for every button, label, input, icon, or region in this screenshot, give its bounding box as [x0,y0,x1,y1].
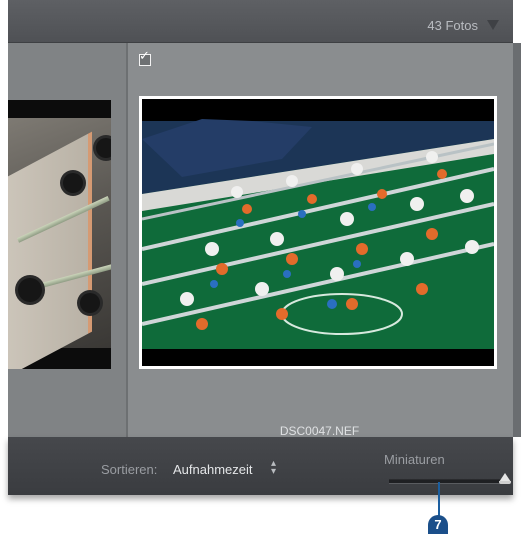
photo-content [8,131,92,369]
scrollbar[interactable] [513,43,521,437]
triangle-down-icon[interactable] [487,20,499,30]
thumbnail-size-label: Miniaturen [384,452,445,467]
photo-count: 43 Fotos [427,18,478,33]
grid-cell[interactable] [8,43,126,437]
photo-content [63,173,83,193]
up-down-arrows-icon[interactable]: ▴ ▾ [271,459,276,477]
library-grid-window: 43 Fotos ✓ DSC0047.NEF Sortieren: Aufnah… [8,0,521,495]
thumbnail-image[interactable] [8,100,111,369]
checkmark-icon: ✓ [139,48,150,63]
sort-label: Sortieren: [101,462,158,477]
photo-content [18,278,42,302]
photo-content [80,293,100,313]
slider-handle-base[interactable] [499,481,511,484]
callout-badge: 7 [428,515,448,534]
thumbnail-image [142,99,494,366]
thumbnail-size-slider[interactable] [389,479,504,484]
filter-bar: 43 Fotos [8,0,513,43]
thumbnail-filename: DSC0047.NEF [279,424,360,438]
selected-thumbnail[interactable] [139,96,497,369]
sort-dropdown[interactable]: Aufnahmezeit [173,462,253,477]
photo-content [96,138,111,158]
photo-content [8,118,111,369]
foosball-photo [142,99,494,366]
flag-checkbox[interactable]: ✓ [139,49,151,66]
